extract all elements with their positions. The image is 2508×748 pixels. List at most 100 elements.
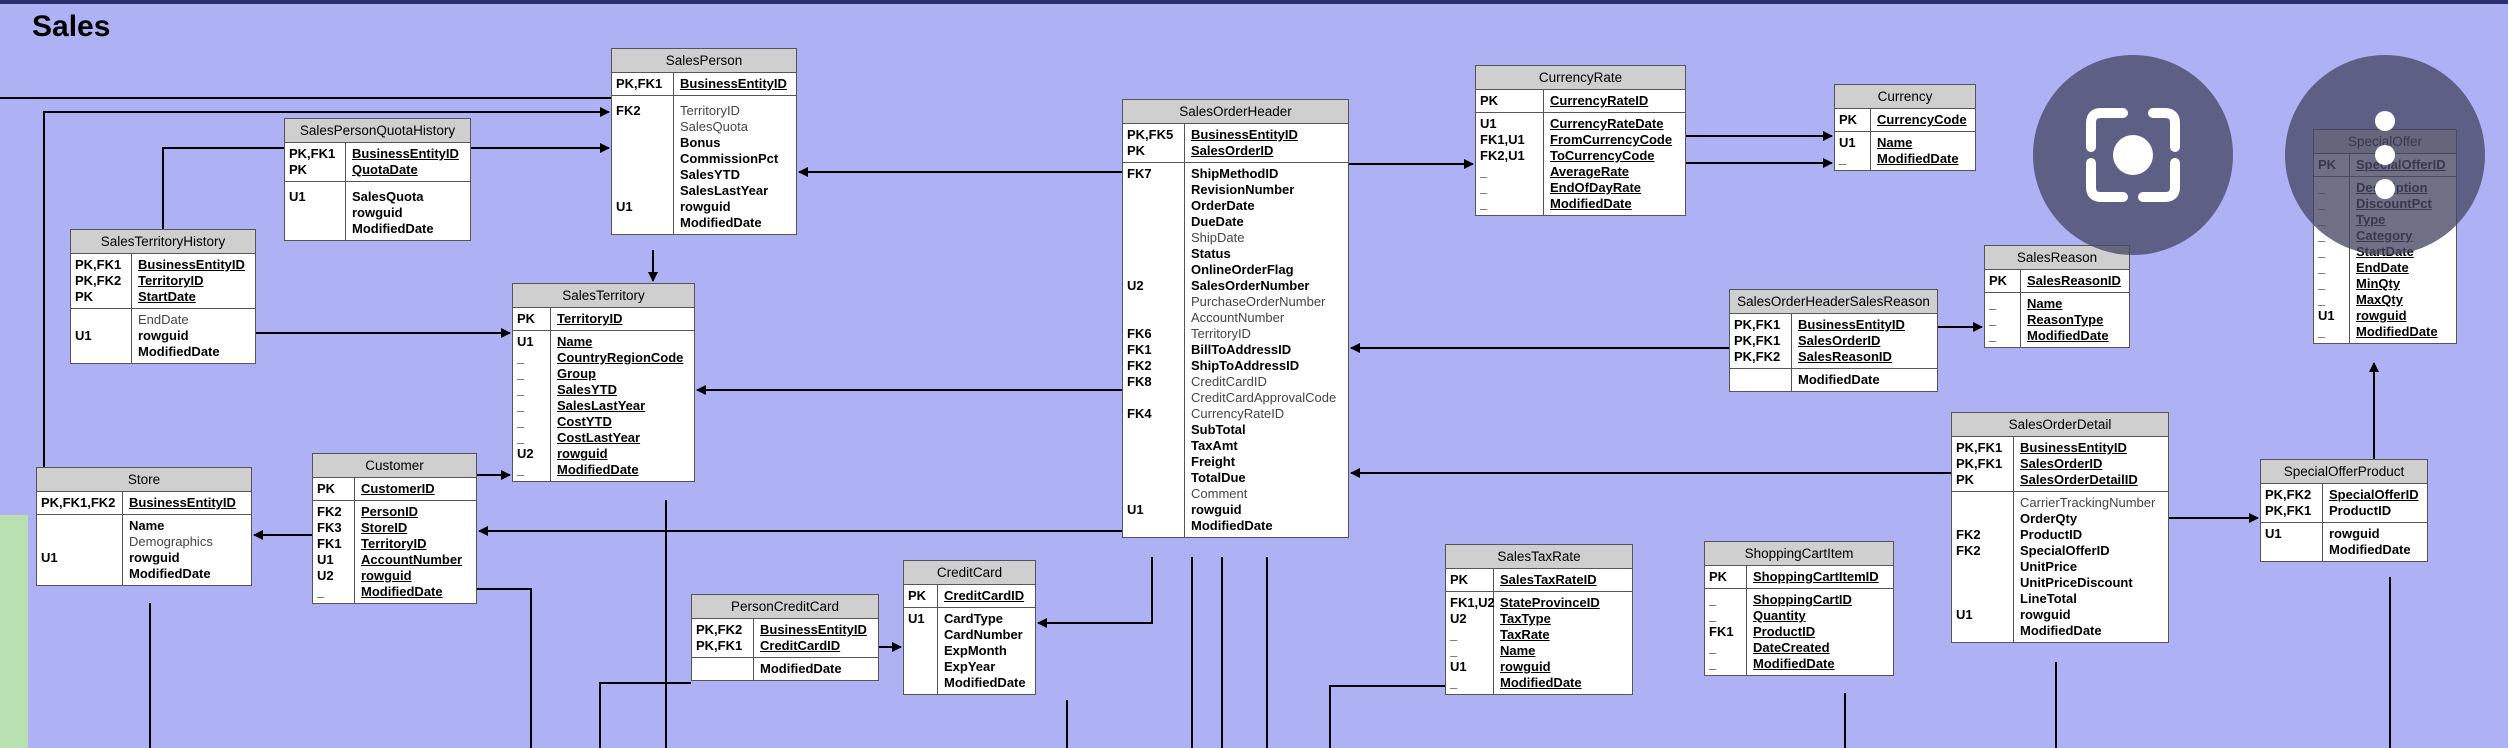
column-name: ModifiedDate	[944, 675, 1026, 690]
entity-sales-tax-rate: SalesTaxRate PK SalesTaxRateID FK1,U2 U2 _ _ U1…	[1445, 544, 1633, 695]
column-name: BusinessEntityID	[1798, 317, 1905, 332]
attribute-section: FK7 U2 FK6 FK1 FK2 FK8 FK4 U1 ShipMethodID Revisi…	[1123, 163, 1348, 537]
column-name: Name	[129, 518, 165, 533]
entity-sales-territory: SalesTerritory PK TerritoryID U1 _ _ _ _ _ _ U2 _ Na…	[512, 283, 695, 482]
column-name: AverageRate	[1550, 164, 1630, 179]
key-label	[616, 215, 669, 231]
attribute-section: FK2 FK3 FK1 U1 U2 _ PersonID StoreID TerritoryID…	[313, 501, 476, 603]
key-label: _	[2318, 324, 2326, 339]
key-label: _	[517, 398, 525, 413]
key-label: FK2	[1956, 527, 1981, 542]
column-name: MinQty	[2356, 276, 2401, 291]
key-label	[1956, 591, 2009, 607]
column-name: CarrierTrackingNumber	[2020, 495, 2156, 510]
key-label: U1	[1480, 116, 1497, 131]
key-label: _	[2318, 260, 2326, 275]
column-name: SalesQuota	[352, 189, 424, 204]
attribute-section: _ _ _ Name ReasonType ModifiedDate	[1985, 293, 2129, 347]
key-label	[908, 675, 933, 691]
column-name: SalesReasonID	[2027, 273, 2121, 288]
key-section: PK TerritoryID	[513, 308, 694, 331]
column-name: rowguid	[557, 446, 608, 461]
top-bar	[0, 0, 2508, 4]
entity-sales-order-header: SalesOrderHeader PK,FK5 PK BusinessEntityID…	[1122, 99, 1349, 538]
column-name: rowguid	[352, 205, 403, 220]
key-section: PK,FK5 PK BusinessEntityID SalesOrderID	[1123, 124, 1348, 163]
column-name: ModifiedDate	[1500, 675, 1582, 690]
lens-overlay-left	[2033, 55, 2233, 255]
column-name: ModifiedDate	[138, 344, 220, 359]
column-name: rowguid	[361, 568, 412, 583]
key-label	[908, 643, 933, 659]
key-label: PK	[908, 588, 927, 603]
key-label: FK2	[616, 103, 641, 118]
column-name: Demographics	[129, 534, 213, 549]
key-label	[1127, 422, 1180, 438]
column-name: SalesOrderNumber	[1191, 278, 1310, 293]
key-section: PK,FK1 PK,FK1 PK,FK2 BusinessEntityID SalesO…	[1730, 314, 1937, 369]
column-name: rowguid	[680, 199, 731, 214]
key-section: PK,FK1,FK2 BusinessEntityID	[37, 492, 251, 515]
attribute-section: U1 _ _ _ _ _ _ U2 _ Name CountryRegionCode Group Sal…	[513, 331, 694, 481]
column-name: SalesQuota	[680, 119, 748, 134]
key-label	[1127, 230, 1180, 246]
column-name: ProductID	[2329, 503, 2392, 518]
entity-credit-card: CreditCard PK CreditCardID U1 CardType CardNu…	[903, 560, 1036, 695]
key-label: FK1	[1709, 624, 1734, 639]
column-name: ToCurrencyCode	[1550, 148, 1655, 163]
key-label	[1127, 454, 1180, 470]
column-name: QuotaDate	[352, 162, 418, 177]
key-label: FK2	[1127, 358, 1152, 373]
entity-sales-order-header-sales-reason: SalesOrderHeaderSalesReason PK,FK1 PK,FK1 P…	[1729, 289, 1938, 392]
key-label	[75, 312, 127, 328]
key-label	[1956, 575, 2009, 591]
entity-title: Customer	[313, 454, 476, 478]
entity-title: SalesPersonQuotaHistory	[285, 119, 470, 143]
column-name: rowguid	[1191, 502, 1242, 517]
key-label	[289, 221, 341, 237]
attribute-section: FK2 U1 TerritoryID SalesQuota Bonus Commissio…	[612, 96, 796, 234]
column-name: Status	[1191, 246, 1231, 261]
key-label: PK	[1127, 143, 1146, 158]
scan-icon[interactable]	[2033, 55, 2233, 255]
column-name: ModifiedDate	[1550, 196, 1632, 211]
entity-title: SalesPerson	[612, 49, 796, 73]
column-name: TerritoryID	[557, 311, 623, 326]
column-name: ModifiedDate	[1191, 518, 1273, 533]
column-name: ModifiedDate	[760, 661, 842, 676]
key-section: PK CustomerID	[313, 478, 476, 501]
column-name: TaxRate	[1500, 627, 1550, 642]
column-name: CountryRegionCode	[557, 350, 684, 365]
column-name: CreditCardApprovalCode	[1191, 390, 1337, 405]
column-name: BusinessEntityID	[2020, 440, 2127, 455]
column-name: DueDate	[1191, 214, 1244, 229]
link-sth-salesperson	[162, 147, 284, 229]
key-label: _	[1450, 643, 1458, 658]
entity-customer: Customer PK CustomerID FK2 FK3 FK1 U1 U2 _ Person…	[312, 453, 477, 604]
column-name: CreditCardID	[760, 638, 841, 653]
column-name: CustomerID	[361, 481, 435, 496]
key-label: U1	[517, 334, 534, 349]
more-options-icon[interactable]	[2285, 55, 2485, 255]
key-label: U1	[2318, 308, 2335, 323]
column-name: UnitPriceDiscount	[2020, 575, 2133, 590]
key-label	[1127, 198, 1180, 214]
key-label: _	[517, 366, 525, 381]
key-label: PK	[517, 311, 536, 326]
attribute-section: FK2 FK2 U1 CarrierTrackingNumber OrderQty Pro…	[1952, 492, 2168, 642]
key-label	[2265, 542, 2318, 558]
key-label: _	[1450, 627, 1458, 642]
key-label: U1	[2265, 526, 2282, 541]
key-label	[289, 205, 341, 221]
key-label: PK,FK1	[2265, 503, 2312, 518]
column-name: TerritoryID	[361, 536, 427, 551]
key-label	[75, 344, 127, 360]
key-label: U1	[1956, 607, 1973, 622]
link-taxrate-line	[1329, 685, 1445, 748]
column-name: SalesOrderID	[1798, 333, 1881, 348]
key-label: _	[1989, 312, 1997, 327]
key-label	[1127, 518, 1180, 534]
key-label: PK	[1450, 572, 1469, 587]
entity-currency: Currency PK CurrencyCode U1 _ Name ModifiedDat…	[1834, 84, 1976, 171]
key-label: PK	[75, 289, 94, 304]
